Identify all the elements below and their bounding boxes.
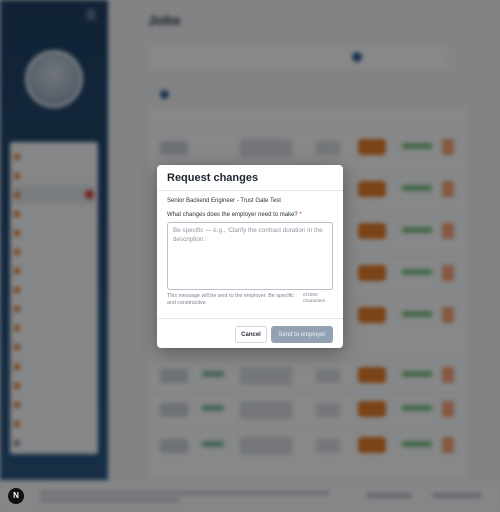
dialog-header: Request changes xyxy=(157,165,343,191)
cancel-button[interactable]: Cancel xyxy=(235,326,267,343)
character-counter: 0/1000 characters xyxy=(303,293,326,304)
changes-field-label: What changes does the employer need to m… xyxy=(167,212,333,218)
send-to-employer-button[interactable]: Send to employer xyxy=(271,326,333,343)
help-row: This message will be sent to the employe… xyxy=(167,293,333,307)
required-mark: * xyxy=(299,212,302,218)
dialog-body: Senior Backend Engineer - Trust Gate Tes… xyxy=(157,191,343,307)
dialog-title: Request changes xyxy=(167,172,259,184)
request-changes-dialog: Request changes Senior Backend Engineer … xyxy=(157,165,343,348)
job-name: Senior Backend Engineer - Trust Gate Tes… xyxy=(167,198,281,204)
field-label-text: What changes does the employer need to m… xyxy=(167,212,298,218)
changes-textarea[interactable] xyxy=(167,222,333,290)
n-logo-badge[interactable]: N xyxy=(8,488,24,504)
help-text: This message will be sent to the employe… xyxy=(167,293,294,306)
dialog-footer: Cancel Send to employer xyxy=(157,318,343,348)
